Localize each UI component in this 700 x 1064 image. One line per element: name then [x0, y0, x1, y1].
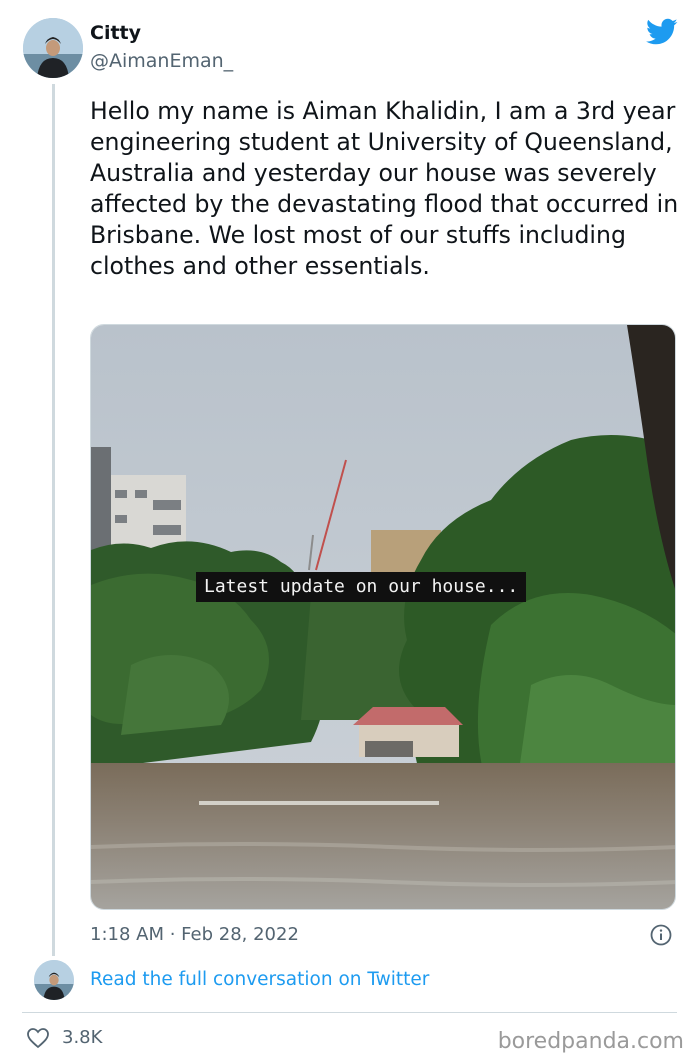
- author-avatar[interactable]: [23, 18, 83, 78]
- info-icon[interactable]: [650, 924, 672, 946]
- like-count: 3.8K: [62, 1027, 103, 1048]
- tweet-media[interactable]: [90, 324, 676, 910]
- thread-line: [52, 84, 55, 956]
- tweet-text: Hello my name is Aiman Khalidin, I am a …: [90, 97, 679, 280]
- author-handle[interactable]: @AimanEman_: [90, 50, 233, 72]
- divider: [22, 1012, 677, 1013]
- heart-icon[interactable]: [26, 1027, 50, 1049]
- reply-avatar[interactable]: [34, 960, 74, 1000]
- flood-photo: [91, 325, 675, 909]
- twitter-bird-icon[interactable]: [646, 18, 678, 46]
- tweet-timestamp[interactable]: 1:18 AM · Feb 28, 2022: [90, 924, 299, 945]
- author-name[interactable]: Citty: [90, 22, 141, 44]
- media-caption-overlay: Latest update on our house...: [196, 572, 527, 602]
- watermark: boredpanda.com: [497, 1029, 684, 1054]
- read-conversation-link[interactable]: Read the full conversation on Twitter: [90, 969, 429, 990]
